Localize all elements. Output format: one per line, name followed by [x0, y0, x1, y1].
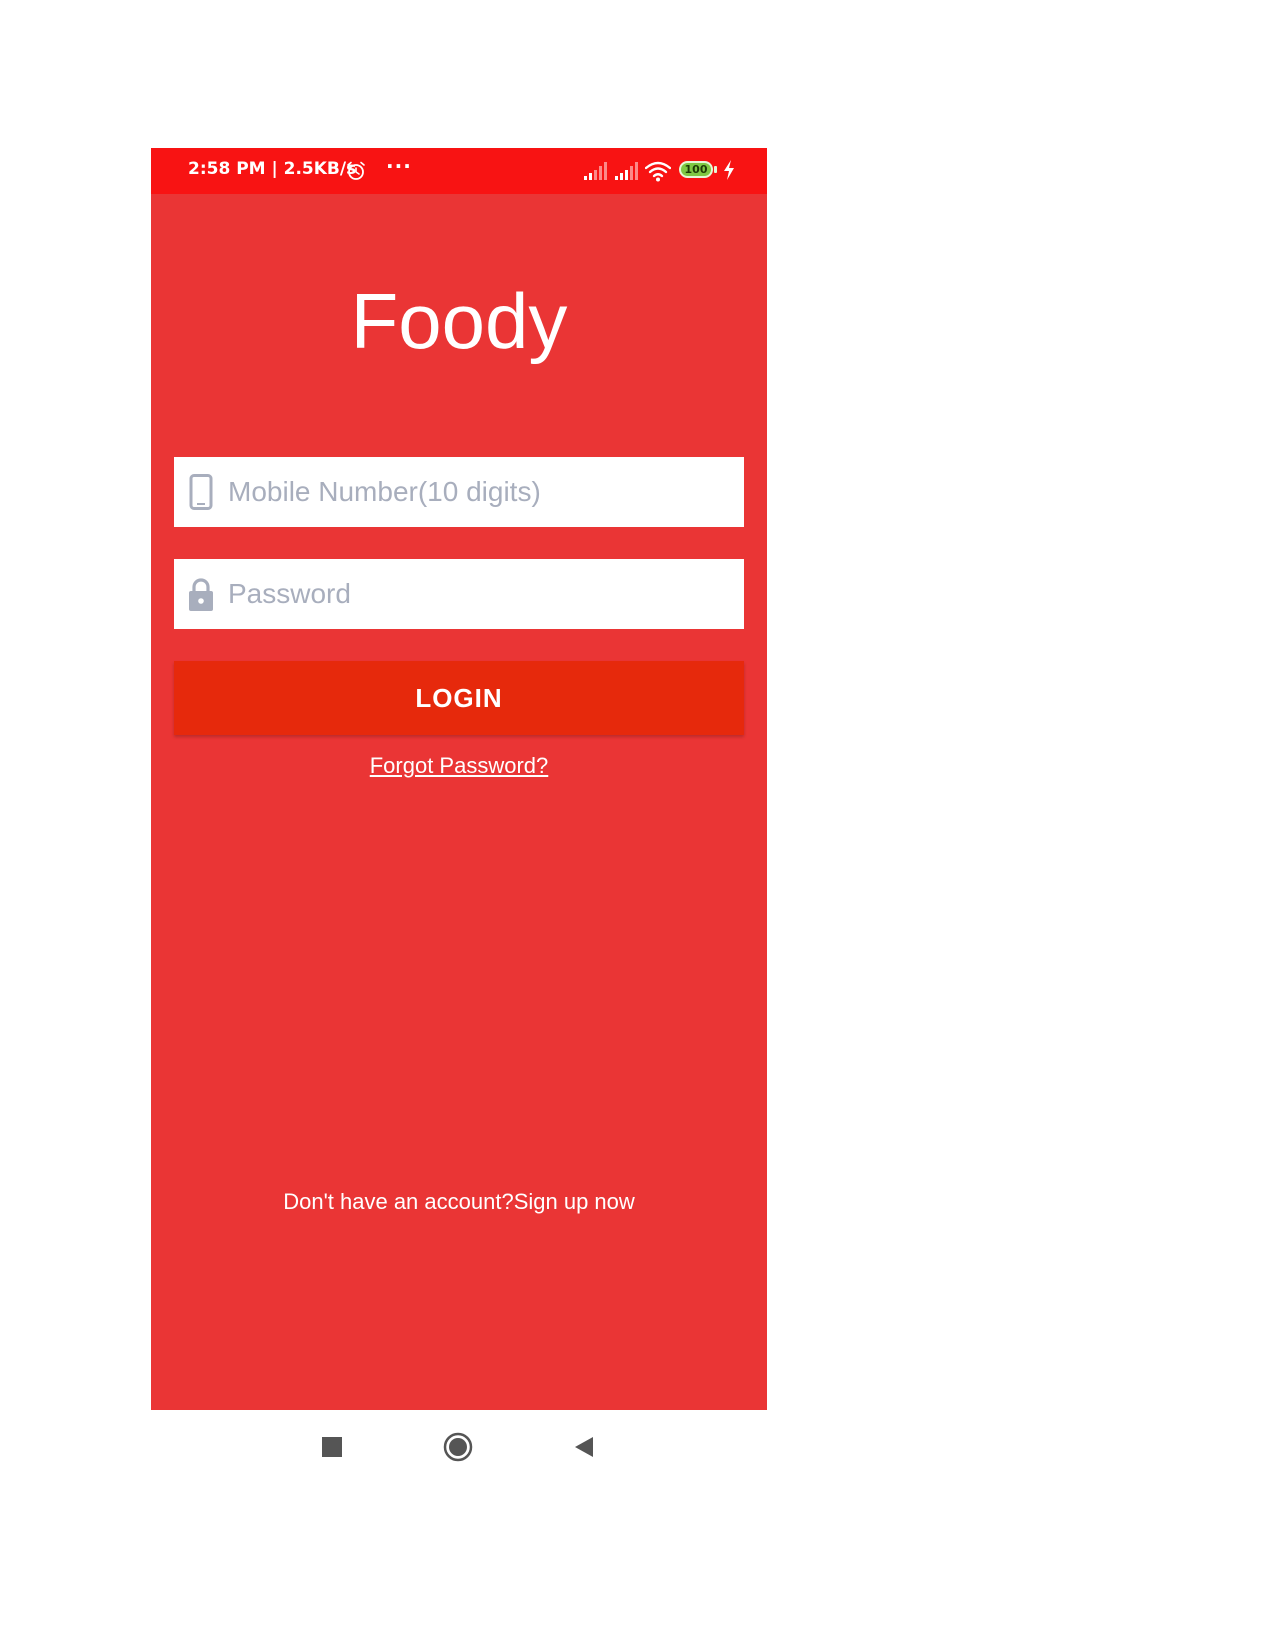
charging-icon: [724, 160, 734, 180]
battery-cap: [714, 166, 717, 173]
signal-icon: [615, 162, 638, 180]
mobile-field[interactable]: [174, 457, 744, 527]
wifi-icon: [645, 161, 671, 182]
mobile-input[interactable]: [228, 457, 728, 527]
password-input[interactable]: [228, 559, 728, 629]
phone-icon: [189, 474, 213, 510]
password-field[interactable]: [174, 559, 744, 629]
more-dots-icon: ···: [386, 154, 412, 178]
app-title: Foody: [350, 277, 568, 365]
status-time: 2:58 PM | 2.5KB/s: [188, 159, 357, 179]
signal-icon: [584, 162, 607, 180]
login-screen: 2:58 PM | 2.5KB/s ··· 100 Foody Mobile N…: [151, 148, 767, 1410]
battery-icon: 100: [679, 161, 713, 178]
status-bar: 2:58 PM | 2.5KB/s ··· 100: [151, 148, 767, 194]
forgot-password-link[interactable]: Forgot Password?: [151, 753, 767, 779]
alarm-icon: [347, 161, 365, 180]
nav-home-icon[interactable]: [443, 1432, 473, 1462]
nav-recents-icon[interactable]: [322, 1437, 342, 1457]
login-button[interactable]: LOGIN: [174, 661, 744, 735]
lock-icon: [189, 578, 213, 611]
signup-link[interactable]: Don't have an account?Sign up now: [151, 1189, 767, 1215]
nav-back-icon[interactable]: [574, 1436, 594, 1458]
